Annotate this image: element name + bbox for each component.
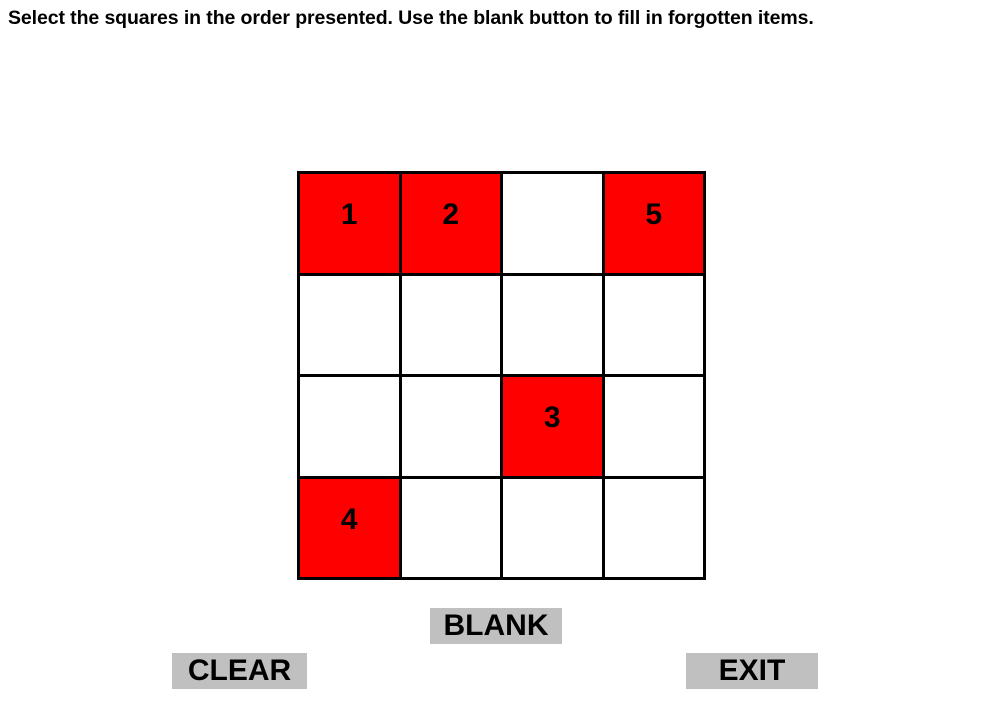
grid-cell-r1-c2[interactable]: 2 <box>398 171 503 276</box>
grid-row: 3 <box>297 374 706 479</box>
grid-cell-r4-c2[interactable] <box>398 475 503 580</box>
grid-cell-r1-c4[interactable]: 5 <box>601 171 706 276</box>
instruction-text: Select the squares in the order presente… <box>8 7 814 29</box>
square-grid: 1 2 5 3 4 <box>297 171 706 580</box>
grid-cell-r4-c1[interactable]: 4 <box>297 475 402 580</box>
grid-row: 4 <box>297 475 706 580</box>
grid-body: 1 2 5 3 4 <box>297 171 706 580</box>
grid-cell-label: 2 <box>442 198 460 232</box>
grid-row: 1 2 5 <box>297 171 706 276</box>
exit-button[interactable]: EXIT <box>686 653 818 689</box>
instruction-bar: Select the squares in the order presente… <box>0 0 989 38</box>
grid-cell-label: 5 <box>645 198 663 232</box>
grid-cell-label: 4 <box>340 502 358 536</box>
grid-cell-r4-c3[interactable] <box>500 475 605 580</box>
grid-cell-r4-c4[interactable] <box>601 475 706 580</box>
grid-cell-label: 3 <box>543 401 561 435</box>
grid-cell-r3-c4[interactable] <box>601 374 706 479</box>
grid-cell-r2-c2[interactable] <box>398 272 503 377</box>
grid-cell-r3-c1[interactable] <box>297 374 402 479</box>
grid-cell-r2-c1[interactable] <box>297 272 402 377</box>
grid-cell-r1-c3[interactable] <box>500 171 605 276</box>
blank-button[interactable]: BLANK <box>430 608 562 644</box>
grid-cell-r3-c3[interactable]: 3 <box>500 374 605 479</box>
grid-cell-label: 1 <box>340 198 358 232</box>
grid-row <box>297 272 706 377</box>
grid-cell-r2-c4[interactable] <box>601 272 706 377</box>
grid-cell-r3-c2[interactable] <box>398 374 503 479</box>
grid-cell-r1-c1[interactable]: 1 <box>297 171 402 276</box>
grid-cell-r2-c3[interactable] <box>500 272 605 377</box>
grid-table: 1 2 5 3 4 <box>297 171 706 580</box>
clear-button[interactable]: CLEAR <box>172 653 307 689</box>
